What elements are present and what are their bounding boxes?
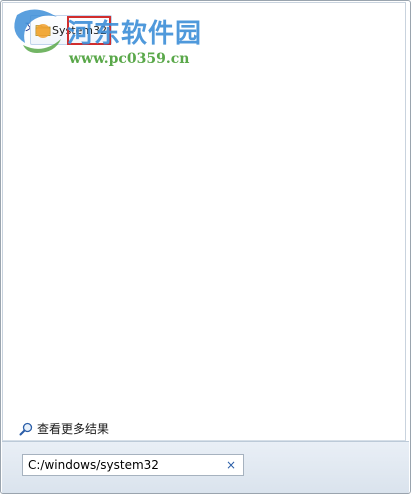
watermark-title: 河东软件园 <box>67 19 203 49</box>
search-bar: × <box>2 441 409 493</box>
clear-search-button[interactable]: × <box>224 456 238 474</box>
see-more-results-label: 查看更多结果 <box>37 422 110 436</box>
watermark-logo <box>14 9 61 53</box>
search-input[interactable] <box>28 456 224 474</box>
see-more-results-link[interactable]: 查看更多结果 <box>19 420 109 437</box>
magnifier-icon <box>19 422 33 435</box>
search-results-pane: 文 System32 河东软件园 www.pc0359.cn 查看更多结果 <box>2 2 406 441</box>
search-box[interactable]: × <box>22 454 244 476</box>
watermark-url: www.pc0359.cn <box>69 51 190 67</box>
start-menu: 文 System32 河东软件园 www.pc0359.cn 查看更多结果 <box>0 0 411 494</box>
